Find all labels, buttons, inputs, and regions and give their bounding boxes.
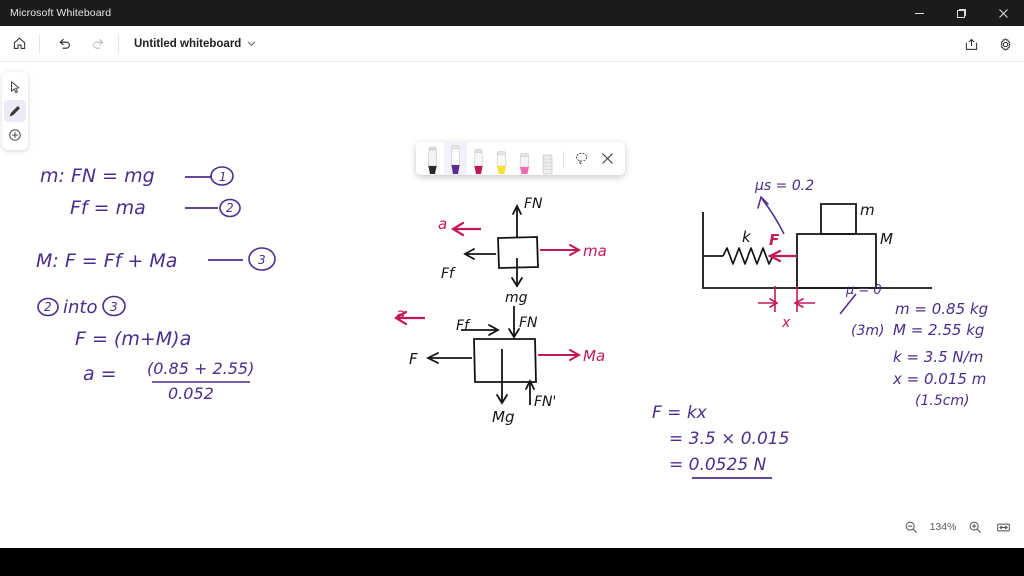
given-displacement-alt: (1.5cm) (915, 393, 970, 409)
document-title[interactable]: Untitled whiteboard (134, 38, 241, 50)
pen-magenta[interactable] (467, 142, 490, 175)
pen-toolbar-divider (563, 151, 564, 167)
close-ink-toolbar-icon[interactable] (594, 142, 620, 175)
fbd-large-friction-label: Ff (456, 318, 471, 334)
given-mass-note: (3m) (851, 323, 884, 339)
ink-layer: m: FN = mg 1 Ff = ma 2 M: F = Ff + Ma 3 … (0, 62, 1024, 548)
eq-line-3: M: F = Ff + Ma (36, 250, 177, 272)
given-values-block: m = 0.85 kg (3m) M = 2.55 kg k = 3.5 N/m… (851, 300, 988, 409)
tool-rail (2, 72, 28, 150)
app-title: Microsoft Whiteboard (10, 7, 112, 19)
eq-ref-2: 2 (226, 201, 234, 215)
fit-to-screen-button[interactable] (990, 514, 1016, 540)
settings-gear-icon[interactable] (990, 29, 1020, 59)
lasso-select-icon[interactable] (568, 142, 594, 175)
toolbar-divider-2 (118, 34, 119, 53)
setup-spring-label: k (742, 228, 752, 246)
eq-line-2: Ff = ma (70, 197, 146, 219)
given-mass-large: M = 2.55 kg (893, 321, 984, 339)
fbd-large-applied-left-label: F (409, 350, 418, 368)
force-calculation-block: F = kx = 3.5 × 0.015 = 0.0525 N (652, 403, 789, 479)
fbd-large-accel-label: a (396, 305, 405, 323)
eq-line-5: F = (m+M)a (75, 328, 191, 350)
eq-line4-ref-a: 2 (44, 300, 52, 314)
eq-line-1: m: FN = mg (40, 165, 155, 187)
fbd-large-block: a Ff FN F Ma Mg FN' (393, 305, 605, 426)
toolbar-divider (39, 34, 40, 53)
whiteboard-canvas[interactable]: m: FN = mg 1 Ff = ma 2 M: F = Ff + Ma 3 … (0, 62, 1024, 548)
eq-line4-text: into (63, 297, 97, 318)
zoom-in-button[interactable] (962, 514, 988, 540)
eq-line6-lhs: a = (83, 363, 117, 385)
setup-mu-ground-label: μ = 0 (845, 283, 882, 298)
ink-strokes: m: FN = mg 1 Ff = ma 2 M: F = Ff + Ma 3 … (36, 165, 988, 479)
eq-ref-3: 3 (258, 253, 266, 267)
eq-line6-numerator: (0.85 + 2.55) (147, 359, 254, 378)
app-toolbar: Untitled whiteboard (0, 26, 1024, 62)
share-button[interactable] (956, 29, 986, 59)
fbd-small-applied-label: ma (583, 242, 607, 260)
select-tool[interactable] (4, 76, 26, 98)
chevron-down-icon[interactable] (247, 39, 256, 48)
fbd-small-weight-label: mg (505, 290, 528, 306)
toolbar-right-group (952, 29, 1020, 59)
pen-purple[interactable] (444, 142, 467, 175)
insert-tool[interactable] (4, 124, 26, 146)
zoom-controls: 134% (898, 512, 1016, 542)
eq-line4-ref-b: 3 (110, 300, 118, 314)
fbd-small-block: FN ma Ff mg a (438, 196, 607, 306)
window-bottom-bar (0, 548, 1024, 576)
given-mass-small: m = 0.85 kg (895, 300, 988, 318)
setup-small-mass-label: m (860, 201, 875, 219)
force-calc-line-1: F = kx (652, 403, 708, 423)
minimize-button[interactable] (898, 0, 940, 26)
fbd-large-normal-up-label: FN' (534, 394, 556, 410)
fbd-small-friction-label: Ff (441, 266, 456, 282)
maximize-button[interactable] (940, 0, 982, 26)
window-title-bar: Microsoft Whiteboard (0, 0, 1024, 26)
fbd-large-weight-label: Mg (492, 408, 514, 426)
pen-black[interactable] (421, 142, 444, 175)
given-spring-constant: k = 3.5 N/m (893, 348, 983, 366)
fbd-small-accel-label: a (438, 215, 447, 233)
setup-force-label: F (769, 231, 780, 249)
fbd-large-applied-right-label: Ma (583, 347, 605, 365)
home-button[interactable] (4, 29, 34, 59)
force-calc-line-3: = 0.0525 N (669, 455, 767, 475)
pen-tool[interactable] (4, 100, 26, 122)
eq-line6-denominator: 0.052 (168, 384, 214, 403)
eq-ref-1: 1 (219, 170, 227, 184)
fbd-small-normal-label: FN (524, 196, 543, 212)
highlighter-pink[interactable] (513, 142, 536, 175)
equations-block: m: FN = mg 1 Ff = ma 2 M: F = Ff + Ma 3 … (36, 165, 276, 403)
redo-button[interactable] (83, 29, 113, 59)
ink-pen-toolbar (416, 142, 625, 175)
eraser-tool[interactable] (536, 142, 559, 175)
zoom-level-label: 134% (929, 521, 957, 533)
given-displacement: x = 0.015 m (892, 370, 986, 388)
highlighter-yellow[interactable] (490, 142, 513, 175)
undo-button[interactable] (49, 29, 79, 59)
fbd-large-normal-down-label: FN (519, 315, 538, 331)
setup-large-mass-label: M (880, 230, 893, 248)
window-controls (898, 0, 1024, 26)
force-calc-line-2: = 3.5 × 0.015 (669, 429, 789, 449)
zoom-out-button[interactable] (898, 514, 924, 540)
setup-displacement-label: x (781, 315, 791, 331)
close-button[interactable] (982, 0, 1024, 26)
setup-mu-static-label: μs = 0.2 (754, 178, 814, 194)
whiteboard-app: Microsoft Whiteboard Untitled whiteboard (0, 0, 1024, 576)
